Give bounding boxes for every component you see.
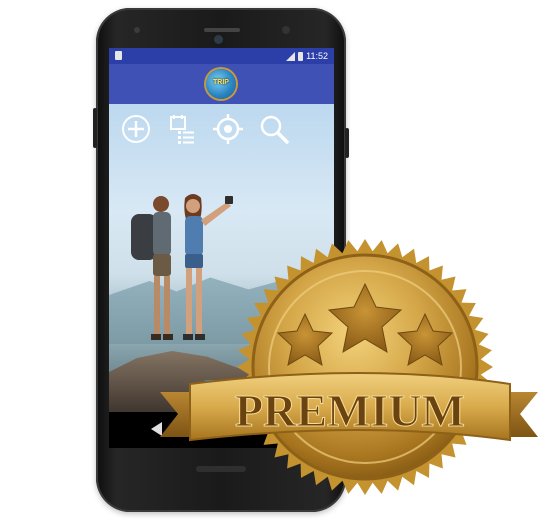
proximity-sensor [134, 27, 140, 33]
location-target-icon[interactable] [211, 112, 245, 146]
status-clock: 11:52 [306, 51, 328, 61]
power-button [345, 128, 349, 158]
app-logo-text: TRIP [213, 79, 229, 86]
front-camera [214, 35, 223, 44]
signal-icon [286, 51, 296, 61]
app-logo[interactable]: TRIP [206, 69, 236, 99]
premium-label: PREMIUM [235, 385, 465, 436]
light-sensor [282, 26, 290, 34]
sd-card-icon [115, 51, 122, 60]
search-icon[interactable] [257, 112, 291, 146]
battery-icon [298, 51, 304, 61]
add-icon[interactable] [119, 112, 153, 146]
checklist-icon[interactable] [165, 112, 199, 146]
status-bar: 11:52 [109, 48, 334, 64]
status-right-group: 11:52 [286, 50, 328, 62]
premium-badge: PREMIUM [160, 239, 538, 495]
app-bar: TRIP [109, 64, 334, 104]
earpiece-speaker [204, 28, 240, 32]
volume-button [93, 108, 97, 148]
tool-icon-row [119, 112, 291, 146]
